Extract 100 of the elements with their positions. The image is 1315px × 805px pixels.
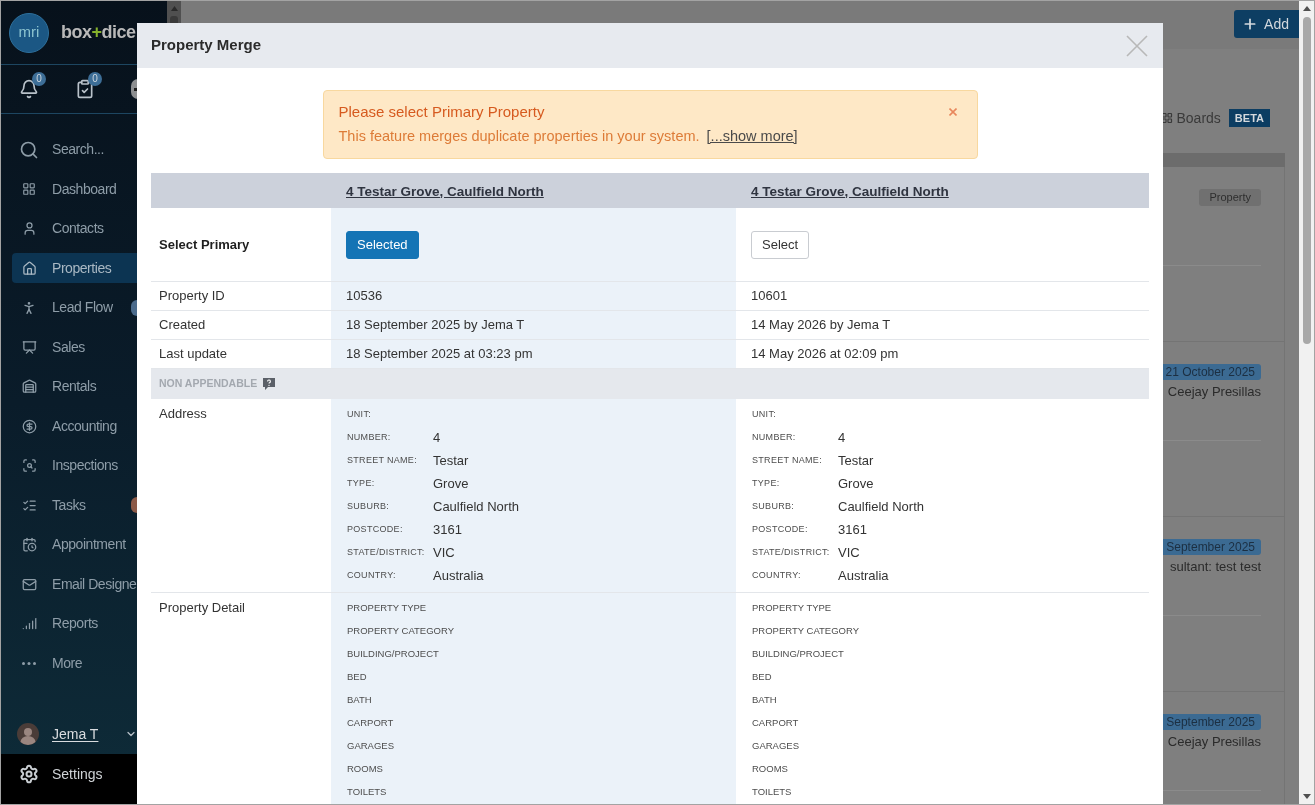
scrollbar-thumb[interactable] <box>1302 17 1311 344</box>
nav-item[interactable]: Accounting <box>12 411 137 442</box>
select-button[interactable]: Select <box>751 230 810 259</box>
card-text: sultant: test test <box>1169 559 1261 575</box>
field-label: BATH <box>347 693 372 708</box>
field-label: PROPERTY CATEGORY <box>347 624 454 639</box>
field-value: VIC <box>838 543 860 562</box>
logo-wordmark: box+dice <box>61 21 136 44</box>
section-label: NON APPENDABLE <box>159 376 258 392</box>
nav-item[interactable]: Search... <box>12 134 137 165</box>
add-button[interactable]: Add <box>1234 10 1299 38</box>
field-label: NUMBER: <box>347 430 392 444</box>
show-more-link[interactable]: [...show more] <box>706 128 798 144</box>
field-value: Testar <box>838 451 874 470</box>
field-label: TYPE: <box>347 476 376 490</box>
row-label: Created <box>159 316 206 335</box>
field-label: TOILETS <box>347 785 387 800</box>
nav-item[interactable]: Contacts <box>12 213 137 244</box>
nav-item[interactable]: Tasks <box>12 490 137 521</box>
person-icon <box>21 299 37 316</box>
nav-item[interactable]: Properties <box>12 253 137 284</box>
field-value: Caulfield North <box>838 497 924 516</box>
field-label: STATE/DISTRICT: <box>752 545 831 559</box>
row-label: Last update <box>159 345 227 364</box>
field-label: POSTCODE: <box>347 522 404 536</box>
user-name[interactable]: Jema T <box>52 723 99 745</box>
field-label: ROOMS <box>752 762 788 777</box>
nav-item[interactable]: More <box>12 648 137 679</box>
scrollbar-thumb[interactable] <box>170 16 178 23</box>
nav-item[interactable]: Dashboard <box>12 174 137 205</box>
mail-icon <box>21 576 37 592</box>
table-cell: 18 September 2025 at 03:23 pm <box>331 340 736 368</box>
grid-icon <box>22 182 36 197</box>
dialog-title: Property Merge <box>151 35 262 56</box>
field-value: 3161 <box>433 520 462 539</box>
field-label: STREET NAME: <box>347 453 418 467</box>
field-value: 4 <box>433 428 441 447</box>
field-label: ROOMS <box>347 762 383 777</box>
settings-button[interactable]: Settings <box>1 754 137 804</box>
alert-message: This feature merges duplicate properties in your system. [...show more] <box>338 127 798 146</box>
nav-item[interactable]: Rentals <box>12 371 137 402</box>
row-label: Address <box>159 404 207 423</box>
field-label: UNIT: <box>752 407 777 421</box>
count-badge: 0 <box>88 72 102 86</box>
table-cell: 10536 <box>331 282 736 310</box>
table-cell-text: 14 May 2026 at 02:09 pm <box>750 345 900 364</box>
field-label: POSTCODE: <box>752 522 809 536</box>
checklist-icon <box>21 497 37 513</box>
field-label: STREET NAME: <box>752 453 823 467</box>
field-label: TYPE: <box>752 476 781 490</box>
field-label: COUNTRY: <box>347 568 397 582</box>
scroll-up-icon[interactable] <box>1302 6 1311 11</box>
field-label: STATE/DISTRICT: <box>347 545 426 559</box>
scan-icon <box>21 458 37 474</box>
beta-badge: BETA <box>1228 109 1270 127</box>
nav-item[interactable]: Sales <box>12 332 137 363</box>
nav-item[interactable]: Email Designe <box>12 569 137 600</box>
person-icon <box>21 221 37 237</box>
field-value: Testar <box>433 451 469 470</box>
field-value: 3161 <box>838 520 867 539</box>
field-label: BUILDING/PROJECT <box>752 647 844 662</box>
field-label: BUILDING/PROJECT <box>347 647 439 662</box>
row-label: Property ID <box>159 287 225 306</box>
field-label: PROPERTY CATEGORY <box>752 624 859 639</box>
bar-chart-icon <box>21 616 37 632</box>
field-label: GARAGES <box>752 739 799 754</box>
field-label: PROPERTY TYPE <box>752 601 832 616</box>
type-tag: Property <box>1199 189 1261 206</box>
field-label: SUBURB: <box>752 499 796 513</box>
card-text: Ceejay Presillas <box>1167 734 1261 750</box>
field-value: Australia <box>838 566 889 585</box>
field-value: Grove <box>433 474 469 493</box>
nav-item[interactable]: Appointment <box>12 529 137 560</box>
scroll-down-icon[interactable] <box>1302 794 1311 799</box>
nav-item[interactable]: Inspections <box>12 450 137 481</box>
search-icon <box>19 139 39 160</box>
nav-item[interactable]: Reports <box>12 608 137 639</box>
house-icon <box>21 260 37 276</box>
card-text: Ceejay Presillas <box>1167 384 1261 400</box>
logo-badge: mri <box>9 12 49 53</box>
field-label: UNIT: <box>347 407 372 421</box>
property-link[interactable]: 4 Testar Grove, Caulfield North <box>751 183 949 199</box>
field-value: Caulfield North <box>433 497 519 516</box>
table-cell-text: 14 May 2026 by Jema T <box>750 316 892 335</box>
field-label: BATH <box>752 693 777 708</box>
select-button[interactable]: Selected <box>346 230 419 259</box>
field-label: BED <box>752 670 772 685</box>
property-link[interactable]: 4 Testar Grove, Caulfield North <box>346 183 544 199</box>
table-cell: 18 September 2025 by Jema T <box>331 311 736 339</box>
field-label: COUNTRY: <box>752 568 802 582</box>
table-cell-text: 10601 <box>750 287 789 306</box>
field-label: SUBURB: <box>347 499 391 513</box>
help-icon[interactable] <box>263 378 276 390</box>
ellipsis-icon <box>22 661 36 665</box>
date-badge: 21 October 2025 <box>1163 364 1261 380</box>
avatar-icon[interactable] <box>17 723 39 745</box>
row-label: Select Primary <box>159 235 250 254</box>
dollar-icon <box>21 418 37 434</box>
nav-item[interactable]: Lead Flow <box>12 292 137 323</box>
alert-title: Please select Primary Property <box>338 102 545 122</box>
